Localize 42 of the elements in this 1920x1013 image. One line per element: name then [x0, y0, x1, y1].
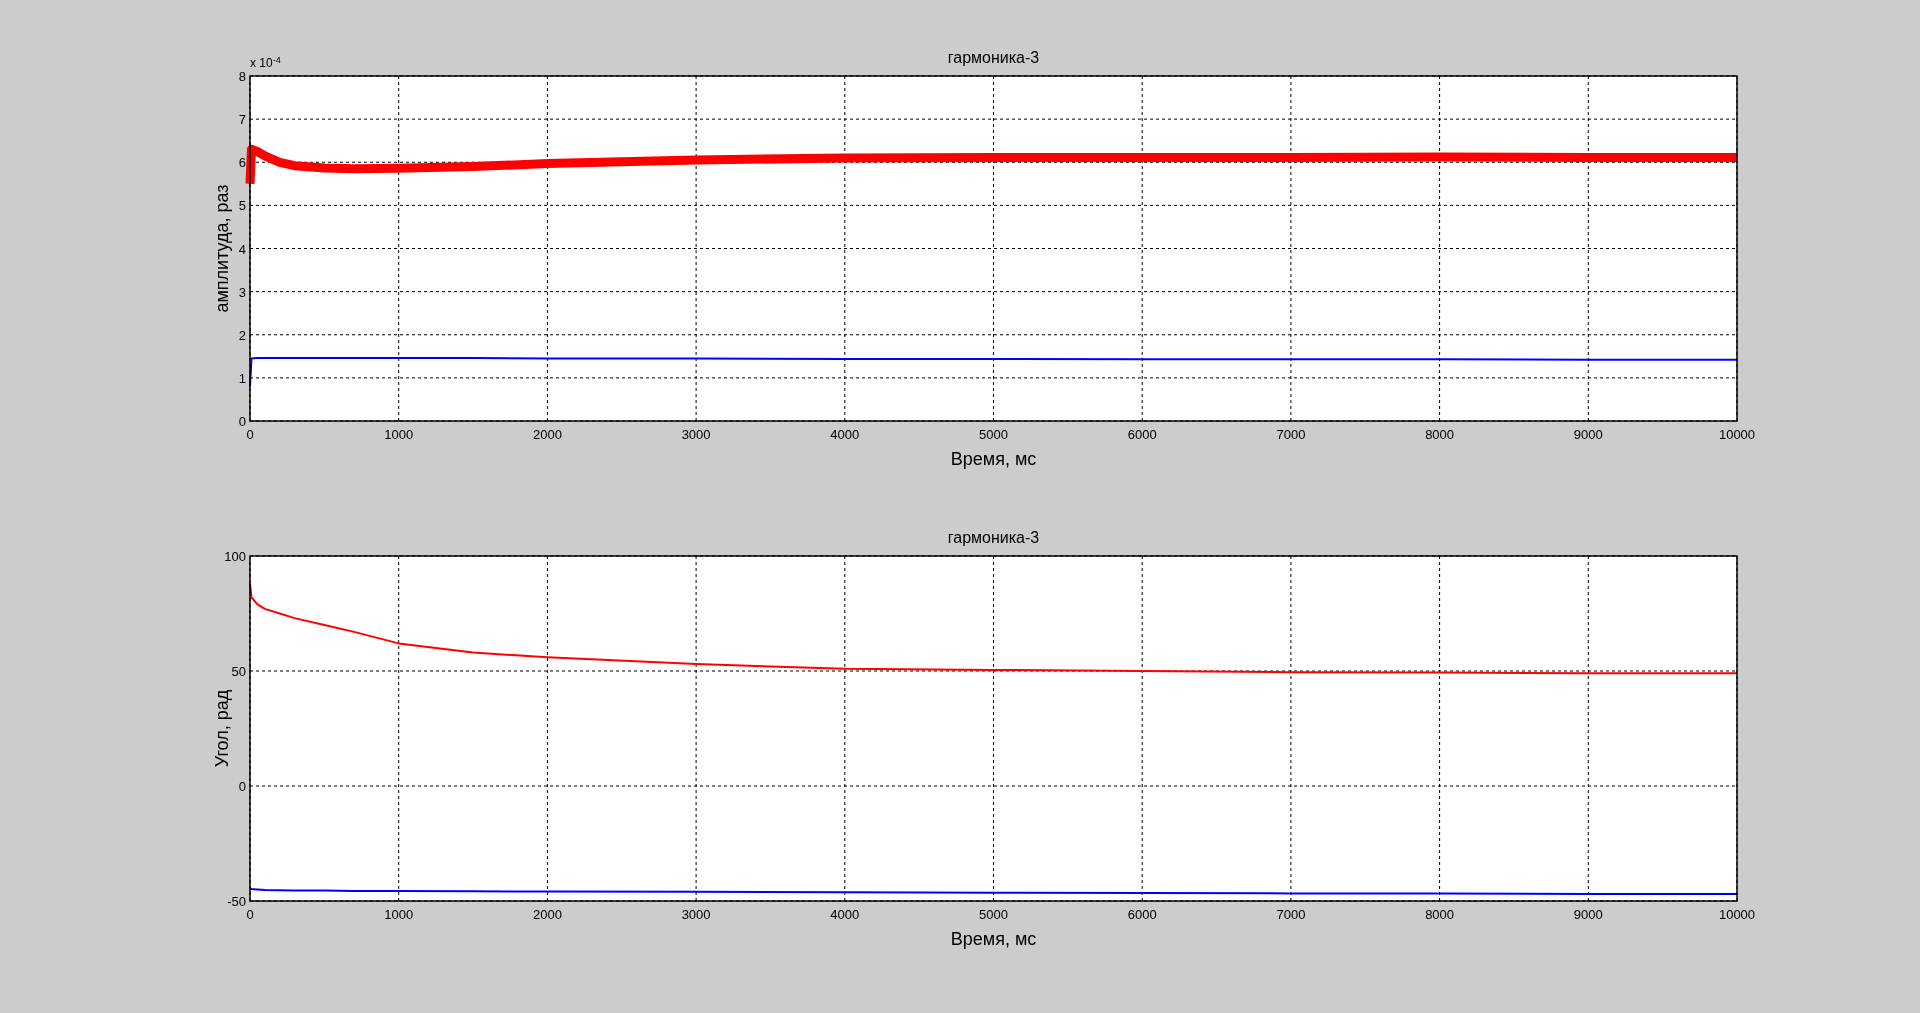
tick-label: 8	[238, 69, 246, 84]
tick-label: 5	[238, 198, 246, 214]
tick-label: 5000	[979, 907, 1008, 922]
tick-label: 5000	[979, 427, 1008, 442]
tick-label: 4000	[830, 907, 860, 922]
tick-label: 4000	[830, 427, 860, 442]
y-axis-label: Угол, рад	[212, 689, 232, 768]
x-axis-label: Время, мс	[950, 449, 1037, 469]
tick-label: 3000	[681, 427, 711, 442]
axis-multiplier: x 10$^{-4}$	[250, 54, 281, 72]
tick-label: 2000	[532, 907, 562, 922]
tick-label: 10000	[1718, 427, 1756, 442]
x-axis-label: Время, мс	[950, 929, 1037, 949]
chart-title: гармоника-3	[947, 529, 1040, 546]
tick-label: 9000	[1573, 427, 1603, 442]
tick-label: 7	[238, 112, 246, 128]
tick-label: 1000	[384, 427, 414, 442]
tick-label: 6000	[1127, 427, 1157, 442]
tick-label: 0	[238, 779, 246, 794]
chart-title: гармоника-3	[947, 49, 1040, 66]
tick-label: 0	[238, 414, 246, 429]
tick-label: 7000	[1276, 427, 1306, 442]
tick-label: 6000	[1127, 907, 1157, 922]
tick-label: 6	[238, 155, 246, 171]
tick-label: 100	[224, 549, 246, 564]
tick-label: -50	[227, 894, 246, 909]
tick-label: 8000	[1425, 427, 1455, 442]
tick-label: 50	[231, 664, 246, 679]
y-axis-label: амплитуда, раз	[212, 184, 232, 313]
tick-label: 2	[238, 327, 246, 343]
tick-label: 7000	[1276, 907, 1306, 922]
tick-label: 0	[246, 427, 254, 442]
tick-label: 2000	[532, 427, 562, 442]
tick-label: 1	[238, 370, 246, 386]
tick-label: 10000	[1718, 907, 1756, 922]
tick-label: 8000	[1425, 907, 1455, 922]
tick-label: 3000	[681, 907, 711, 922]
tick-label: 1000	[384, 907, 414, 922]
tick-label: 3	[238, 284, 246, 300]
tick-label: 9000	[1573, 907, 1603, 922]
tick-label: 4	[238, 241, 246, 257]
tick-label: 0	[246, 907, 254, 922]
